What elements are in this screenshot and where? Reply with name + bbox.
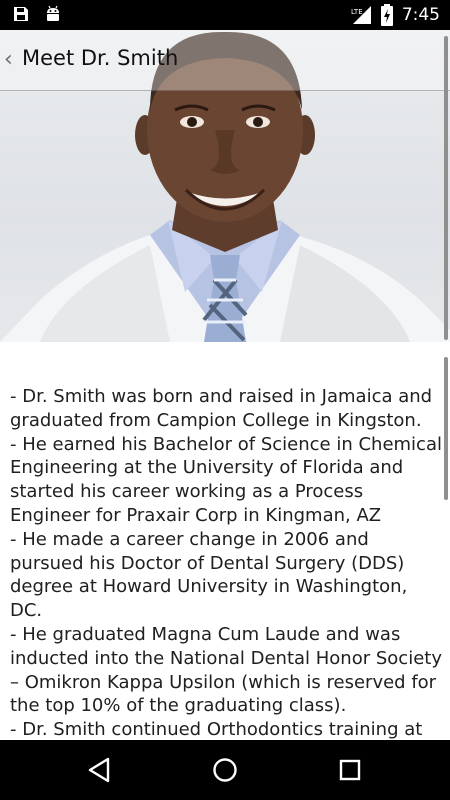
bio-line: - He made a career change in 2006 and pu… <box>10 528 408 622</box>
android-icon <box>47 5 59 21</box>
clock: 7:45 <box>401 5 440 25</box>
navigation-bar <box>0 740 450 800</box>
save-icon <box>14 7 28 21</box>
header-scrollbar[interactable] <box>444 36 448 340</box>
back-icon[interactable] <box>86 756 114 784</box>
bio-text: - Dr. Smith was born and raised in Jamai… <box>10 385 442 740</box>
status-bar: LTE 7:45 <box>0 0 450 30</box>
home-icon[interactable] <box>211 756 239 784</box>
signal-icon: LTE <box>351 6 371 24</box>
header-bar: ‹ Meet Dr. Smith <box>0 30 450 91</box>
bio-line: - Dr. Smith was born and raised in Jamai… <box>10 386 433 431</box>
bio-line: - Dr. Smith continued Orthodontics train… <box>10 719 423 740</box>
chevron-left-icon[interactable]: ‹ <box>4 47 13 72</box>
bio-line: - He graduated Magna Cum Laude and was i… <box>10 623 442 717</box>
bio-line: - He earned his Bachelor of Science in C… <box>10 433 442 526</box>
recents-icon[interactable] <box>336 756 364 784</box>
content-scrollbar[interactable] <box>444 357 448 500</box>
battery-charging-icon <box>380 4 393 26</box>
page-title: Meet Dr. Smith <box>22 46 179 70</box>
network-label: LTE <box>351 8 363 16</box>
